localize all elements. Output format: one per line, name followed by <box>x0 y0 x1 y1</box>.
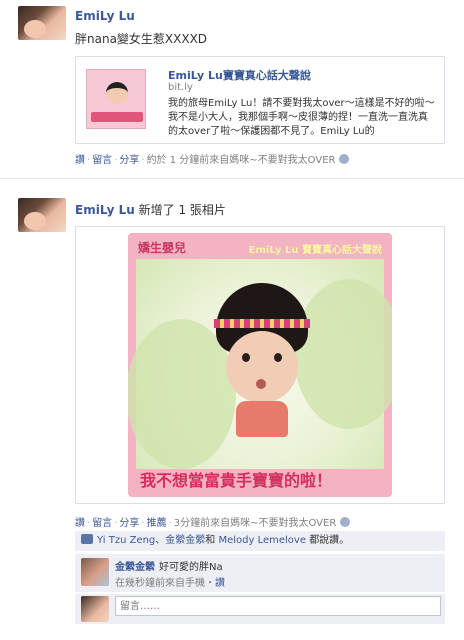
post-meta: 3分鐘前來自媽咪~不要對我太OVER <box>173 518 337 529</box>
photo-attachment[interactable]: 嬌生嬰兒 EmiLy Lu 寶寶真心話大聲說 我不想當富貴手寶寶的啦！ <box>75 226 445 504</box>
liker-name[interactable]: 金縈金縈 <box>165 535 205 546</box>
author-avatar[interactable] <box>18 198 66 232</box>
liker-name[interactable]: Yi Tzu Zeng <box>97 535 155 546</box>
comment-like-link[interactable]: 讚 <box>215 578 225 589</box>
viewer-avatar <box>81 596 109 622</box>
post-status-text: 新增了 1 張相片 <box>138 203 226 217</box>
comment-item: 金縈金縈 好可愛的胖Na 在幾秒鐘前來自手機・讚 <box>75 554 445 592</box>
likes-summary: Yi Tzu Zeng、金縈金縈和 Melody Lemelove 都說讚。 <box>75 531 445 551</box>
post-action-bar: 讚 · 留言 · 分享 · 推薦 · 3分鐘前來自媽咪~不要對我太OVER <box>75 514 351 529</box>
like-link[interactable]: 讚 <box>75 518 85 529</box>
commenter-avatar[interactable] <box>81 558 109 586</box>
post-author[interactable]: EmiLy Lu <box>75 203 135 217</box>
comment-author[interactable]: 金縈金縈 <box>115 558 155 573</box>
photo-caption: 我不想當富貴手寶寶的啦！ <box>140 471 333 490</box>
recommend-link[interactable]: 推薦 <box>147 518 167 529</box>
share-link[interactable]: 分享 <box>119 518 139 529</box>
privacy-icon <box>340 517 351 527</box>
comment-input[interactable] <box>115 596 441 616</box>
comment-link[interactable]: 留言 <box>92 518 112 529</box>
thumbs-up-icon <box>81 534 93 544</box>
comment-text: 好可愛的胖Na <box>159 562 223 573</box>
photo-brand-logo: 嬌生嬰兒 <box>138 241 187 255</box>
photo-image[interactable]: 嬌生嬰兒 EmiLy Lu 寶寶真心話大聲說 我不想當富貴手寶寶的啦！ <box>128 233 392 497</box>
liker-name[interactable]: Melody Lemelove <box>218 535 306 546</box>
photo-title: EmiLy Lu 寶寶真心話大聲說 <box>248 245 382 256</box>
feed-post-2: EmiLy Lu 新增了 1 張相片 嬌生嬰兒 EmiLy Lu 寶寶真心話大聲… <box>0 0 464 640</box>
comment-composer <box>75 594 445 624</box>
post-header: EmiLy Lu 新增了 1 張相片 <box>75 201 226 218</box>
comment-meta: 在幾秒鐘前來自手機・讚 <box>115 578 225 589</box>
